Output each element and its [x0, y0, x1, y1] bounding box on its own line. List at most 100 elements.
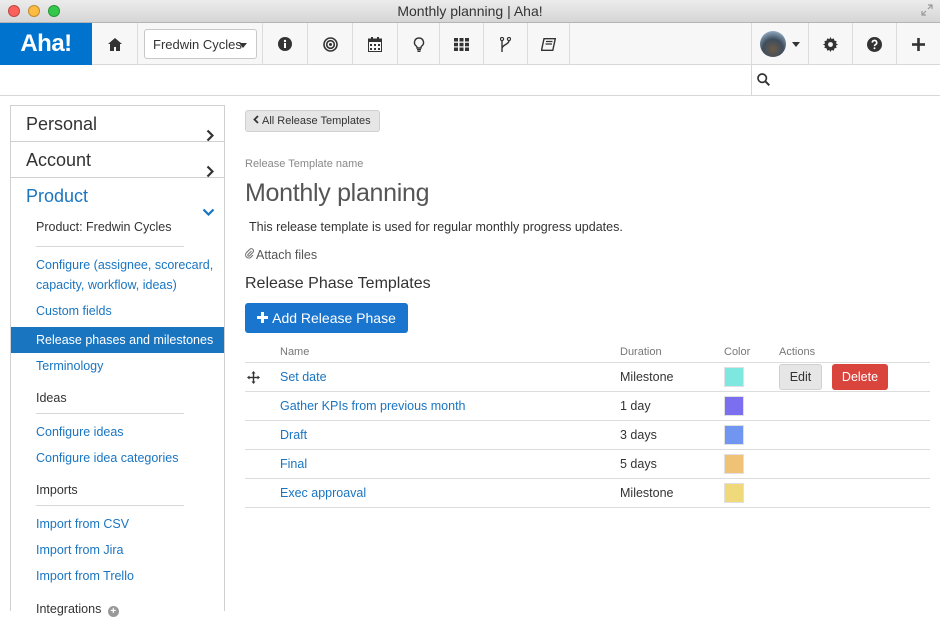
add-button[interactable]: [897, 23, 940, 65]
drag-handle-icon[interactable]: [247, 371, 260, 389]
home-icon: [107, 37, 122, 51]
search-icon: [757, 73, 771, 91]
table-row: Draft 3 days: [245, 420, 930, 449]
sidebar-section-label: Account: [26, 150, 92, 170]
search-input[interactable]: [776, 69, 936, 91]
table-row: Gather KPIs from previous month 1 day: [245, 391, 930, 420]
aha-logo[interactable]: Aha!: [0, 23, 92, 65]
features-button[interactable]: [440, 23, 484, 65]
template-description[interactable]: This release template is used for regula…: [249, 220, 623, 234]
info-icon: [278, 37, 292, 51]
settings-button[interactable]: [809, 23, 853, 65]
all-release-templates-button[interactable]: All Release Templates: [245, 110, 380, 132]
top-navigation: Aha! Fredwin Cycles: [0, 23, 940, 65]
template-name-label: Release Template name: [245, 158, 364, 170]
phase-name[interactable]: Final: [280, 457, 307, 471]
template-name[interactable]: Monthly planning: [245, 179, 430, 208]
attach-files-link[interactable]: Attach files: [245, 248, 317, 262]
roadmap-button[interactable]: [484, 23, 528, 65]
fullscreen-icon[interactable]: [920, 4, 934, 18]
settings-sidebar: Personal Account Product Product: Fredwi…: [10, 105, 225, 617]
product-selector-label: Fredwin Cycles: [153, 36, 242, 52]
lightbulb-icon: [413, 36, 425, 52]
paperclip-icon: [245, 248, 255, 262]
imports-subheading-label: Imports: [36, 483, 78, 497]
sidebar-item-release-phases[interactable]: Release phases and milestones: [11, 327, 224, 353]
phase-duration: 3 days: [620, 428, 657, 442]
add-release-phase-button[interactable]: Add Release Phase: [245, 303, 408, 333]
product-selector[interactable]: Fredwin Cycles: [144, 29, 257, 59]
chevron-left-icon: [253, 111, 259, 131]
sidebar-item-import-trello[interactable]: Import from Trello: [11, 566, 224, 586]
add-release-phase-label: Add Release Phase: [272, 310, 396, 326]
target-icon: [322, 36, 338, 52]
plus-icon: [912, 37, 925, 51]
phase-color-swatch: [724, 483, 744, 503]
table-row: Final 5 days: [245, 449, 930, 478]
add-circle-icon[interactable]: +: [107, 606, 119, 617]
sidebar-item-configure-ideas[interactable]: Configure ideas: [11, 422, 224, 442]
sidebar-section-product[interactable]: Product: [11, 178, 224, 217]
integrations-subheading-label: Integrations: [36, 602, 102, 616]
sidebar-section-label: Personal: [26, 114, 98, 134]
phase-duration: 1 day: [620, 399, 651, 413]
user-menu[interactable]: [751, 23, 809, 65]
branch-icon: [500, 36, 511, 52]
sidebar-section-label: Product: [26, 186, 89, 206]
integrations-subheading: Integrations +: [11, 602, 224, 617]
home-button[interactable]: [92, 23, 138, 65]
search-box: [751, 65, 940, 96]
phase-name[interactable]: Exec approaval: [280, 486, 366, 500]
release-phase-templates-heading: Release Phase Templates: [245, 275, 431, 292]
sidebar-item-terminology[interactable]: Terminology: [11, 356, 224, 376]
window-title: Monthly planning | Aha!: [397, 3, 543, 19]
notebooks-button[interactable]: [528, 23, 570, 65]
ideas-subheading-label: Ideas: [36, 391, 67, 405]
sidebar-section-account[interactable]: Account: [11, 142, 224, 178]
book-icon: [541, 37, 556, 51]
goals-button[interactable]: [308, 23, 353, 65]
grid-icon: [454, 37, 469, 51]
column-header-color: Color: [724, 346, 751, 358]
ideas-button[interactable]: [398, 23, 440, 65]
delete-button[interactable]: Delete: [832, 364, 888, 390]
divider: [245, 507, 930, 508]
search-row: [0, 65, 940, 96]
phase-color-swatch: [724, 367, 744, 387]
phase-name[interactable]: Set date: [280, 370, 327, 384]
table-row: Exec approaval Milestone: [245, 478, 930, 507]
plus-icon: [257, 310, 269, 326]
chevron-down-icon: [792, 41, 800, 47]
calendar-button[interactable]: [353, 23, 398, 65]
phase-color-swatch: [724, 454, 744, 474]
phase-color-swatch: [724, 396, 744, 416]
sidebar-section-personal[interactable]: Personal: [11, 106, 224, 142]
divider: [36, 505, 184, 506]
phase-duration: Milestone: [620, 486, 674, 500]
sidebar-item-configure[interactable]: Configure (assignee, scorecard, capacity…: [11, 255, 224, 295]
product-subheading: Product: Fredwin Cycles: [11, 220, 224, 247]
sidebar-item-import-jira[interactable]: Import from Jira: [11, 540, 224, 560]
avatar: [760, 31, 786, 57]
info-button[interactable]: [263, 23, 308, 65]
help-button[interactable]: [853, 23, 897, 65]
back-button-label: All Release Templates: [262, 115, 371, 127]
column-header-actions: Actions: [779, 346, 816, 358]
sidebar-item-custom-fields[interactable]: Custom fields: [11, 301, 224, 321]
window-titlebar: Monthly planning | Aha!: [0, 0, 940, 23]
divider: [36, 246, 184, 247]
column-header-name: Name: [280, 346, 310, 358]
help-icon: [867, 36, 882, 52]
table-row: Set date Milestone Edit Delete: [245, 362, 930, 391]
phase-duration: 5 days: [620, 457, 657, 471]
phase-name[interactable]: Gather KPIs from previous month: [280, 399, 466, 413]
divider: [36, 413, 184, 414]
gear-icon: [823, 36, 838, 52]
product-subheading-label: Product: Fredwin Cycles: [36, 220, 172, 234]
edit-button[interactable]: Edit: [779, 364, 822, 390]
sidebar-item-import-csv[interactable]: Import from CSV: [11, 514, 224, 534]
sidebar-item-configure-idea-categories[interactable]: Configure idea categories: [11, 448, 224, 468]
phase-name[interactable]: Draft: [280, 428, 307, 442]
phase-color-swatch: [724, 425, 744, 445]
column-header-duration: Duration: [620, 346, 662, 358]
